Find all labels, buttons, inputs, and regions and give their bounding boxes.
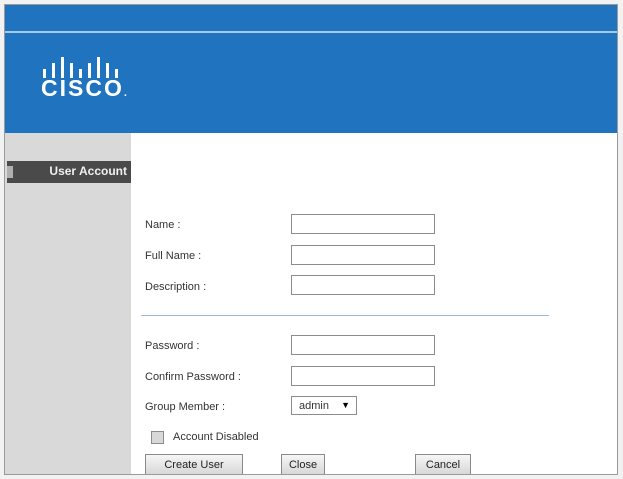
confirm-password-input[interactable]: [291, 366, 435, 386]
name-input[interactable]: [291, 214, 435, 234]
account-disabled-label: Account Disabled: [173, 431, 259, 443]
top-strip: [5, 5, 617, 31]
header-banner: CISCO.: [5, 33, 617, 133]
group-member-select[interactable]: admin ▼: [291, 396, 357, 415]
password-label: Password :: [145, 340, 200, 352]
close-button[interactable]: Close: [281, 454, 325, 474]
description-input[interactable]: [291, 275, 435, 295]
dropdown-arrow-icon: ▼: [341, 400, 350, 410]
password-input[interactable]: [291, 335, 435, 355]
sidebar: [5, 133, 131, 474]
sidebar-section-title: User Account: [49, 164, 127, 178]
cisco-wordmark: CISCO.: [41, 75, 127, 102]
create-user-button[interactable]: Create User: [145, 454, 243, 474]
sidebar-tab-marker: [7, 166, 13, 178]
group-member-selected-value: admin: [299, 400, 329, 412]
sidebar-section-header: User Account: [7, 161, 131, 183]
full-name-label: Full Name :: [145, 250, 202, 262]
name-label: Name :: [145, 219, 181, 231]
window-frame: CISCO. User Account Name : Full Name : D…: [4, 4, 618, 475]
cancel-button[interactable]: Cancel: [415, 454, 471, 474]
group-member-label: Group Member :: [145, 401, 226, 413]
confirm-password-label: Confirm Password :: [145, 371, 241, 383]
form-section-divider: [141, 315, 549, 316]
description-label: Description :: [145, 281, 207, 293]
account-disabled-checkbox[interactable]: [151, 431, 164, 444]
full-name-input[interactable]: [291, 245, 435, 265]
cisco-wordmark-text: CISCO: [41, 75, 124, 101]
cisco-wordmark-dot: .: [123, 87, 127, 99]
